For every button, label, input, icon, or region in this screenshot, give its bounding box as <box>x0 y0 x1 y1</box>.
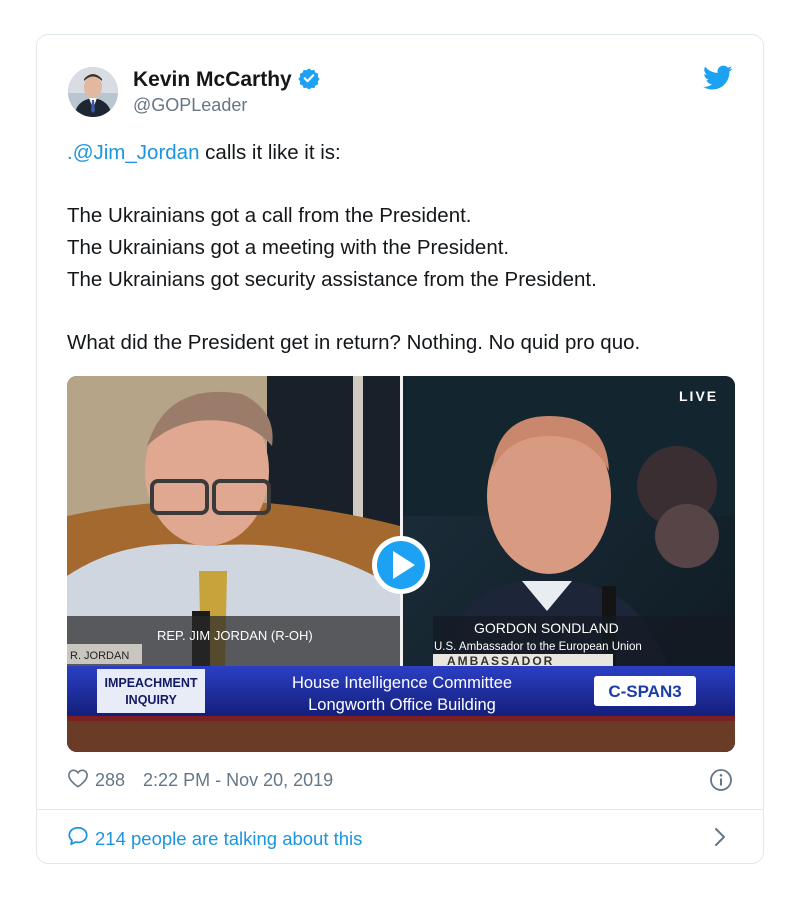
right-nameplate: AMBASSADOR <box>447 654 554 668</box>
tweet-card[interactable]: Kevin McCarthy @GOPLeader .@Jim_Jordan c… <box>36 34 764 864</box>
chevron-right-icon[interactable] <box>713 827 727 852</box>
twitter-bird-icon[interactable] <box>703 65 733 91</box>
tweet-line-4: The Ukrainians got security assistance f… <box>67 268 597 291</box>
verified-badge-icon <box>298 67 320 96</box>
author-name-text: Kevin McCarthy <box>133 68 292 91</box>
tweet-meta: 288 2:22 PM - Nov 20, 2019 <box>67 768 333 793</box>
program-line1: House Intelligence Committee <box>292 674 512 692</box>
tweet-line-1-rest: calls it like it is: <box>199 141 341 164</box>
tweet-timestamp[interactable]: 2:22 PM - Nov 20, 2019 <box>143 770 333 791</box>
speech-bubble-icon <box>67 825 89 852</box>
mention-link[interactable]: .@Jim_Jordan <box>67 141 199 164</box>
author-avatar[interactable] <box>68 67 118 117</box>
info-icon[interactable] <box>709 768 733 797</box>
tweet-line-1: .@Jim_Jordan calls it like it is: <box>67 137 737 169</box>
avatar-image <box>68 67 118 117</box>
tweet-line-2: The Ukrainians got a call from the Presi… <box>67 204 472 227</box>
author-name[interactable]: Kevin McCarthy <box>133 67 320 96</box>
impeachment-tag-line1: IMPEACHMENT <box>104 676 197 690</box>
conversation-link[interactable]: 214 people are talking about this <box>67 825 362 852</box>
right-chyron-name: GORDON SONDLAND <box>474 620 619 636</box>
video-player[interactable]: LIVE REP. JIM JORDAN (R-OH) R. JORDAN GO… <box>67 376 735 752</box>
left-nameplate: R. JORDAN <box>70 650 129 662</box>
live-label: LIVE <box>679 388 718 404</box>
play-icon <box>372 536 430 594</box>
impeachment-tag-line2: INQUIRY <box>125 693 177 707</box>
cspan-logo: C-SPAN3 <box>608 682 681 701</box>
tweet-text: .@Jim_Jordan calls it like it is: The Uk… <box>67 137 737 359</box>
tweet-line-5: What did the President get in return? No… <box>67 331 641 354</box>
program-line2: Longworth Office Building <box>308 696 496 714</box>
heart-icon[interactable] <box>67 768 89 793</box>
right-chyron-title: U.S. Ambassador to the European Union <box>434 641 642 653</box>
left-chyron-name: REP. JIM JORDAN (R-OH) <box>157 628 313 643</box>
like-count[interactable]: 288 <box>95 770 125 791</box>
author-handle[interactable]: @GOPLeader <box>133 95 247 116</box>
talking-count-text: 214 people are talking about this <box>95 827 363 849</box>
video-frame: LIVE REP. JIM JORDAN (R-OH) R. JORDAN GO… <box>67 376 735 752</box>
tweet-line-3: The Ukrainians got a meeting with the Pr… <box>67 236 510 259</box>
footer-divider <box>37 809 763 810</box>
